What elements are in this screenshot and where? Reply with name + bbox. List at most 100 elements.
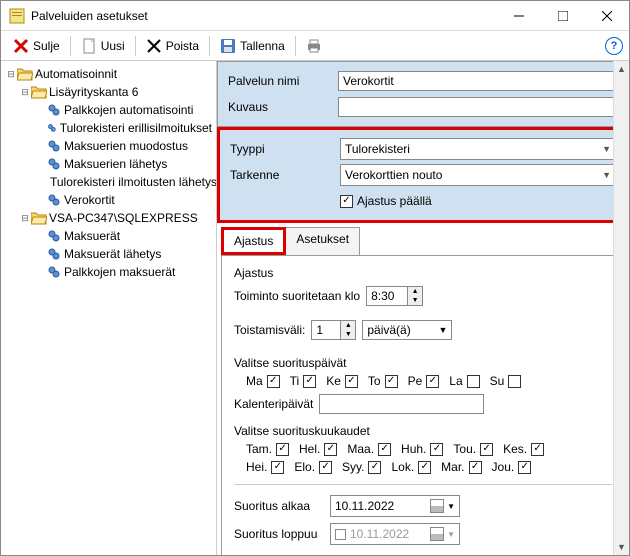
print-icon — [306, 38, 322, 54]
sched-on-checkbox[interactable]: ✓ — [340, 195, 353, 208]
help-button[interactable]: ? — [605, 37, 623, 55]
day-checkbox[interactable] — [467, 375, 480, 388]
tree-item[interactable]: Maksuerät lähetys — [1, 245, 216, 263]
repeat-value[interactable]: ▲▼ — [311, 320, 356, 340]
service-icon — [47, 121, 57, 135]
tree-item[interactable]: Palkkojen maksuerät — [1, 263, 216, 281]
maximize-button[interactable] — [541, 1, 585, 31]
month-label: Tou. — [453, 442, 476, 456]
month-label: Tam. — [246, 442, 272, 456]
tree-item[interactable]: Maksuerien muodostus — [1, 137, 216, 155]
day-checkbox[interactable]: ✓ — [267, 375, 280, 388]
desc-input[interactable] — [338, 97, 618, 117]
month-checkbox[interactable]: ✓ — [319, 461, 332, 474]
tab-ajastus[interactable]: Ajastus — [221, 227, 286, 255]
tree-group[interactable]: ⊟ VSA-PC347\SQLEXPRESS — [1, 209, 216, 227]
month-label: Kes. — [503, 442, 527, 456]
month-checkbox[interactable]: ✓ — [276, 443, 289, 456]
day-checkbox[interactable]: ✓ — [303, 375, 316, 388]
window-title: Palveluiden asetukset — [31, 9, 497, 23]
tab-asetukset[interactable]: Asetukset — [285, 227, 360, 255]
spin-up[interactable]: ▲ — [408, 287, 422, 296]
titlebar: Palveluiden asetukset — [1, 1, 629, 31]
tree-group[interactable]: ⊟ Lisäyrityskanta 6 — [1, 83, 216, 101]
month-checkbox[interactable]: ✓ — [378, 443, 391, 456]
month-checkbox[interactable]: ✓ — [518, 461, 531, 474]
close-button[interactable]: Sulje — [7, 36, 66, 56]
close-window-button[interactable] — [585, 1, 629, 31]
month-checkbox[interactable]: ✓ — [531, 443, 544, 456]
folder-open-icon — [17, 67, 33, 81]
month-label: Hei. — [246, 460, 267, 474]
minimize-button[interactable] — [497, 1, 541, 31]
tree-root[interactable]: ⊟ Automatisoinnit — [1, 65, 216, 83]
spec-select[interactable]: Verokorttien nouto▼ — [340, 164, 616, 186]
expander-icon[interactable]: ⊟ — [19, 87, 31, 98]
vertical-scrollbar[interactable]: ▲ ▼ — [613, 61, 629, 555]
print-button[interactable] — [300, 36, 328, 56]
name-input[interactable] — [338, 71, 618, 91]
save-button[interactable]: Tallenna — [214, 36, 291, 56]
month-label: Lok. — [391, 460, 414, 474]
spin-down[interactable]: ▼ — [408, 296, 422, 305]
spec-label: Tarkenne — [230, 168, 340, 182]
repeat-label: Toistamisväli: — [234, 323, 305, 337]
type-label: Tyyppi — [230, 142, 340, 156]
scroll-up[interactable]: ▲ — [614, 61, 629, 77]
tree-item[interactable]: Verokortit — [1, 191, 216, 209]
detail-panel: Palvelun nimi Kuvaus Tyyppi Tulorekister… — [217, 61, 629, 555]
sched-on-label: Ajastus päällä — [357, 194, 432, 208]
tree-item[interactable]: Maksuerien lähetys — [1, 155, 216, 173]
month-checkbox[interactable]: ✓ — [469, 461, 482, 474]
day-checkbox[interactable]: ✓ — [385, 375, 398, 388]
tree-item[interactable]: Palkkojen automatisointi — [1, 101, 216, 119]
new-button[interactable]: Uusi — [75, 36, 131, 56]
delete-button[interactable]: Poista — [140, 36, 205, 56]
month-checkbox[interactable]: ✓ — [271, 461, 284, 474]
expander-icon[interactable]: ⊟ — [19, 213, 31, 224]
month-checkbox[interactable]: ✓ — [430, 443, 443, 456]
caldays-input[interactable] — [319, 394, 484, 414]
month-label: Hel. — [299, 442, 320, 456]
month-checkbox[interactable]: ✓ — [324, 443, 337, 456]
name-label: Palvelun nimi — [228, 74, 338, 88]
end-enable-checkbox[interactable] — [335, 529, 346, 540]
tree-item[interactable]: Tulorekisteri erillisilmoitukset — [1, 119, 216, 137]
tree: ⊟ Automatisoinnit ⊟ Lisäyrityskanta 6 Pa… — [1, 61, 217, 555]
day-label: La — [449, 374, 462, 388]
service-icon — [47, 247, 61, 261]
expander-icon[interactable]: ⊟ — [5, 69, 17, 80]
month-checkbox[interactable]: ✓ — [418, 461, 431, 474]
delete-icon — [146, 38, 162, 54]
calendar-icon — [430, 527, 444, 541]
start-date[interactable]: 10.11.2022 ▼ — [330, 495, 460, 517]
chevron-down-icon: ▼ — [438, 325, 447, 335]
month-checkbox[interactable]: ✓ — [480, 443, 493, 456]
tree-item[interactable]: Tulorekisteri ilmoitusten lähetys — [1, 173, 216, 191]
service-icon — [47, 103, 61, 117]
day-checkbox[interactable] — [508, 375, 521, 388]
run-at-time[interactable]: ▲▼ — [366, 286, 423, 306]
spin-down[interactable]: ▼ — [341, 330, 355, 339]
spin-up[interactable]: ▲ — [341, 321, 355, 330]
day-label: Pe — [408, 374, 423, 388]
days-label: Valitse suorituspäivät — [234, 356, 612, 370]
day-checkbox[interactable]: ✓ — [426, 375, 439, 388]
day-label: Su — [490, 374, 505, 388]
repeat-unit-select[interactable]: päivä(ä)▼ — [362, 320, 452, 340]
months-label: Valitse suorituskuukaudet — [234, 424, 612, 438]
end-date[interactable]: 10.11.2022 ▼ — [330, 523, 460, 545]
tree-item[interactable]: Maksuerät — [1, 227, 216, 245]
day-checkbox[interactable]: ✓ — [345, 375, 358, 388]
day-label: Ma — [246, 374, 263, 388]
month-label: Huh. — [401, 442, 426, 456]
desc-label: Kuvaus — [228, 100, 338, 114]
scroll-down[interactable]: ▼ — [614, 539, 629, 555]
month-checkbox[interactable]: ✓ — [368, 461, 381, 474]
folder-open-icon — [31, 211, 47, 225]
type-select[interactable]: Tulorekisteri▼ — [340, 138, 616, 160]
run-at-label: Toiminto suoritetaan klo — [234, 289, 360, 303]
service-icon — [47, 229, 61, 243]
start-label: Suoritus alkaa — [234, 499, 324, 513]
day-label: Ti — [290, 374, 300, 388]
